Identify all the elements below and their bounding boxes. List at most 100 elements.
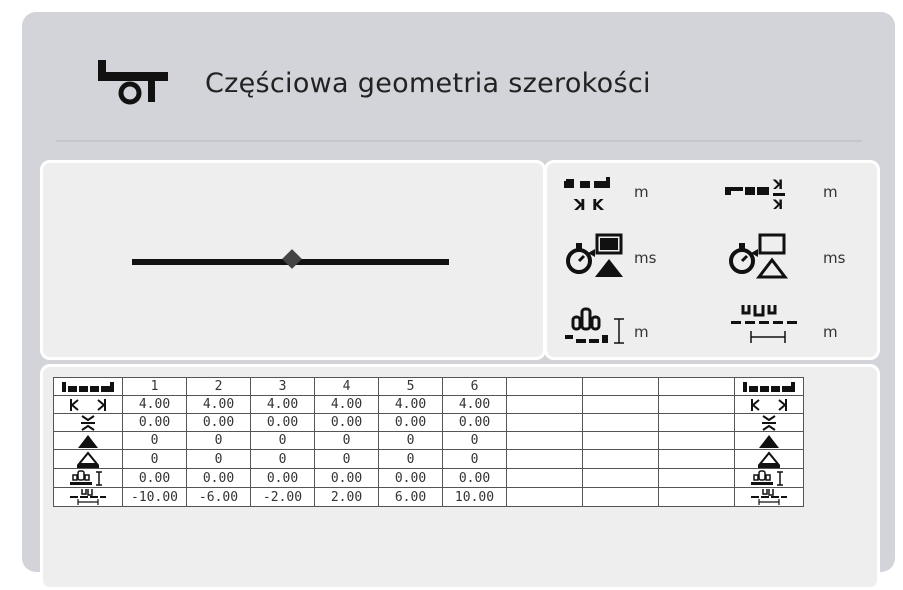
table-cell[interactable]: -2.00 <box>250 487 315 507</box>
table-row: 0 0 0 0 0 0 <box>53 449 804 469</box>
table-cell[interactable]: 4.00 <box>122 395 187 414</box>
empty-cell <box>582 449 659 469</box>
svg-text:K: K <box>592 196 605 214</box>
section-table-panel: 1 2 3 4 5 6 4.00 4.00 4.00 4.00 4.00 4.0… <box>40 364 880 590</box>
table-cell[interactable]: 0.00 <box>250 413 315 432</box>
table-cell[interactable]: 0.00 <box>186 413 251 432</box>
empty-cell <box>582 487 659 507</box>
table-cell[interactable]: 0.00 <box>122 468 187 488</box>
empty-cell <box>658 395 735 414</box>
empty-cell <box>658 413 735 432</box>
table-row: 0.00 0.00 0.00 0.00 0.00 0.00 <box>53 468 804 488</box>
table-cell[interactable]: 4.00 <box>250 395 315 414</box>
table-cell[interactable]: 4.00 <box>186 395 251 414</box>
param-unit: m <box>634 183 649 201</box>
width-overlap-icon[interactable]: ꓘ K <box>564 175 616 219</box>
title-divider <box>56 140 862 142</box>
table-cell[interactable]: -10.00 <box>122 487 187 507</box>
section-offset-x-icon[interactable] <box>731 301 801 355</box>
empty-cell <box>658 468 735 488</box>
switch-on-delay-icon[interactable] <box>565 233 627 285</box>
section-number[interactable]: 4 <box>314 377 379 396</box>
table-cell[interactable]: 0 <box>442 449 507 469</box>
table-cell[interactable]: 0 <box>378 431 443 450</box>
table-cell[interactable]: 4.00 <box>378 395 443 414</box>
table-cell[interactable]: 0 <box>122 431 187 450</box>
empty-cell <box>582 395 659 414</box>
empty-cell <box>658 487 735 507</box>
switch-off-delay-icon[interactable] <box>728 233 790 285</box>
table-cell[interactable]: 0 <box>314 431 379 450</box>
section-offset-y-icon[interactable] <box>565 307 629 357</box>
offset-x-icon <box>53 487 123 507</box>
table-cell[interactable]: 0 <box>250 449 315 469</box>
table-cell[interactable]: 0.00 <box>378 468 443 488</box>
table-cell[interactable]: 0 <box>250 431 315 450</box>
svg-text:ꓘ: ꓘ <box>772 178 783 193</box>
table-row: 4.00 4.00 4.00 4.00 4.00 4.00 <box>53 395 804 414</box>
off-delay-icon <box>53 449 123 469</box>
table-cell[interactable]: 0 <box>186 431 251 450</box>
section-number[interactable]: 1 <box>122 377 187 396</box>
section-geometry-table: 1 2 3 4 5 6 4.00 4.00 4.00 4.00 4.00 4.0… <box>53 377 804 507</box>
empty-cell <box>582 413 659 432</box>
table-cell[interactable]: 6.00 <box>378 487 443 507</box>
param-unit: m <box>634 323 649 341</box>
page-title: Częściowa geometria szerokości <box>205 68 651 99</box>
table-cell[interactable]: 0 <box>378 449 443 469</box>
table-row: 0 0 0 0 0 0 <box>53 431 804 450</box>
section-number[interactable]: 6 <box>442 377 507 396</box>
table-cell[interactable]: 0 <box>186 449 251 469</box>
table-cell[interactable]: 0.00 <box>186 468 251 488</box>
section-number[interactable]: 3 <box>250 377 315 396</box>
svg-text:ꓘ: ꓘ <box>772 198 783 213</box>
offset-x-icon <box>734 487 804 507</box>
section-number[interactable]: 2 <box>186 377 251 396</box>
table-cell[interactable]: 0.00 <box>122 413 187 432</box>
table-cell[interactable]: 0.00 <box>442 413 507 432</box>
table-header-row: 1 2 3 4 5 6 <box>53 377 804 396</box>
section-header-icon <box>734 377 804 396</box>
table-cell[interactable]: 0.00 <box>250 468 315 488</box>
empty-cell <box>506 377 583 396</box>
width-icon <box>734 395 804 414</box>
offset-y-icon <box>734 468 804 488</box>
section-number[interactable]: 5 <box>378 377 443 396</box>
on-delay-icon <box>734 431 804 450</box>
table-cell[interactable]: 4.00 <box>314 395 379 414</box>
empty-cell <box>658 377 735 396</box>
param-unit: ms <box>823 249 846 267</box>
off-delay-icon <box>734 449 804 469</box>
empty-cell <box>506 431 583 450</box>
table-row: -10.00 -6.00 -2.00 2.00 6.00 10.00 <box>53 487 804 507</box>
parameters-panel: ꓘ K m ꓘ ꓘ m ms ms m m <box>544 160 880 360</box>
table-cell[interactable]: 0 <box>122 449 187 469</box>
table-cell[interactable]: 4.00 <box>442 395 507 414</box>
empty-cell <box>582 431 659 450</box>
table-cell[interactable]: 0.00 <box>442 468 507 488</box>
empty-cell <box>658 449 735 469</box>
table-cell[interactable]: 2.00 <box>314 487 379 507</box>
empty-cell <box>582 377 659 396</box>
empty-cell <box>506 468 583 488</box>
sprayer-tank-icon <box>98 60 168 106</box>
table-cell[interactable]: 0 <box>314 449 379 469</box>
empty-cell <box>506 395 583 414</box>
section-geometry-window: Częściowa geometria szerokości ꓘ K m ꓘ ꓘ… <box>22 12 895 590</box>
empty-cell <box>658 431 735 450</box>
param-unit: m <box>823 323 838 341</box>
table-cell[interactable]: 0.00 <box>314 468 379 488</box>
boom-center-marker <box>282 249 302 269</box>
table-cell[interactable]: 0.00 <box>314 413 379 432</box>
table-cell[interactable]: 10.00 <box>442 487 507 507</box>
section-header-icon <box>53 377 123 396</box>
table-row: 0.00 0.00 0.00 0.00 0.00 0.00 <box>53 413 804 432</box>
table-cell[interactable]: -6.00 <box>186 487 251 507</box>
empty-cell <box>506 449 583 469</box>
width-icon <box>53 395 123 414</box>
param-unit: ms <box>634 249 657 267</box>
table-cell[interactable]: 0.00 <box>378 413 443 432</box>
table-cell[interactable]: 0 <box>442 431 507 450</box>
width-offset-icon[interactable]: ꓘ ꓘ <box>725 175 787 219</box>
empty-cell <box>506 487 583 507</box>
